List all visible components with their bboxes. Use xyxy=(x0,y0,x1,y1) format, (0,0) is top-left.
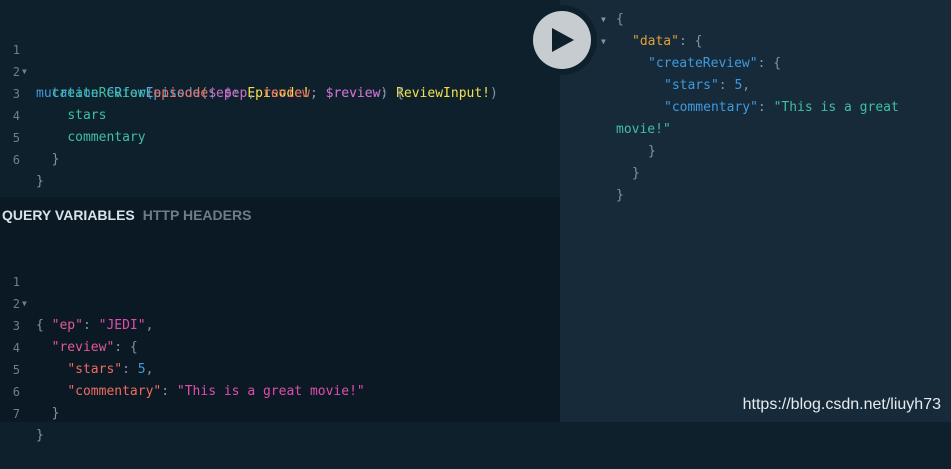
watermark: https://blog.csdn.net/liuyh73 xyxy=(742,396,941,413)
var-line-5: 5 "commentary": "This is a great movie!" xyxy=(0,337,365,399)
arg-episode: episode xyxy=(153,86,209,101)
var-key-commentary: "commentary" xyxy=(67,384,162,399)
result-key-data: "data" xyxy=(632,34,679,49)
var-value-commentary: "This is a great movie!" xyxy=(176,384,365,399)
result-line-4: "stars": 5, xyxy=(664,78,751,93)
result-pane: { ▼ ▼ "data": { "createReview": { "stars… xyxy=(560,0,951,422)
result-line-1: { xyxy=(616,12,624,27)
result-line-6: movie!" xyxy=(616,119,671,141)
arg-ep-value: $ep xyxy=(223,86,248,101)
result-line-2: "data": { xyxy=(632,34,703,49)
result-value-commentary-1: "This is a great xyxy=(773,100,899,115)
tab-http-headers[interactable]: HTTP HEADERS xyxy=(143,207,252,223)
run-button[interactable] xyxy=(527,5,597,75)
fold-arrow-icon[interactable]: ▼ xyxy=(601,31,606,53)
var-line-1: 1 ▼ { xyxy=(0,249,63,333)
result-line-5: "commentary": "This is a great xyxy=(664,100,899,115)
query-line-5: 5 } xyxy=(0,105,60,167)
query-line-4: 4 commentary xyxy=(0,83,146,145)
field-create-review: createReview xyxy=(51,86,146,101)
var-line-4: 4 "stars": 5, xyxy=(0,315,154,377)
result-key-commentary: "commentary" xyxy=(664,100,758,115)
field-stars: stars xyxy=(67,108,107,123)
tab-query-variables[interactable]: QUERY VARIABLES xyxy=(2,207,135,223)
result-line-3: "createReview": { xyxy=(648,56,782,71)
query-line-3: 3 stars xyxy=(0,61,107,123)
result-line-8: } xyxy=(632,166,640,181)
variables-section: QUERY VARIABLES HTTP HEADERS 1 ▼ { 2 "ep"… xyxy=(0,197,560,443)
var-line-6: 6 } xyxy=(0,359,63,421)
result-value-commentary-2: movie!" xyxy=(616,122,671,137)
var-value-stars: 5 xyxy=(137,362,146,377)
var-line-7: 7 } xyxy=(0,381,63,443)
play-icon xyxy=(552,28,574,52)
result-line-7: } xyxy=(648,144,656,159)
field-commentary: commentary xyxy=(67,130,146,145)
result-key-create-review: "createReview" xyxy=(648,56,758,71)
query-line-2: 2 createReview(episode: $ep, review: $re… xyxy=(0,39,404,101)
fold-arrow-icon[interactable]: ▼ xyxy=(601,9,606,31)
query-line-1: 1 ▼ mutation CRforEpisode($ep: Episode!,… xyxy=(0,17,498,101)
editor-pane: 1 ▼ mutation CRforEpisode($ep: Episode!,… xyxy=(0,0,560,443)
result-key-stars: "stars" xyxy=(664,78,719,93)
var-value-ep: "JEDI" xyxy=(98,318,146,333)
arg-review-value: $review xyxy=(325,86,381,101)
query-editor[interactable]: 1 ▼ mutation CRforEpisode($ep: Episode!,… xyxy=(0,0,560,197)
line-number: 6 xyxy=(12,153,20,167)
var-line-3: 3 "review": { xyxy=(0,293,138,355)
var-line-2: 2 "ep": "JEDI", xyxy=(0,271,154,333)
bottom-tabs: QUERY VARIABLES HTTP HEADERS xyxy=(2,207,251,223)
query-line-6: 6 } xyxy=(0,127,47,189)
type-review-input: ReviewInput! xyxy=(396,86,490,101)
run-button-face[interactable] xyxy=(533,11,591,69)
var-key-stars: "stars" xyxy=(67,362,123,377)
result-line-9: } xyxy=(616,188,624,203)
arg-review: review xyxy=(263,86,310,101)
